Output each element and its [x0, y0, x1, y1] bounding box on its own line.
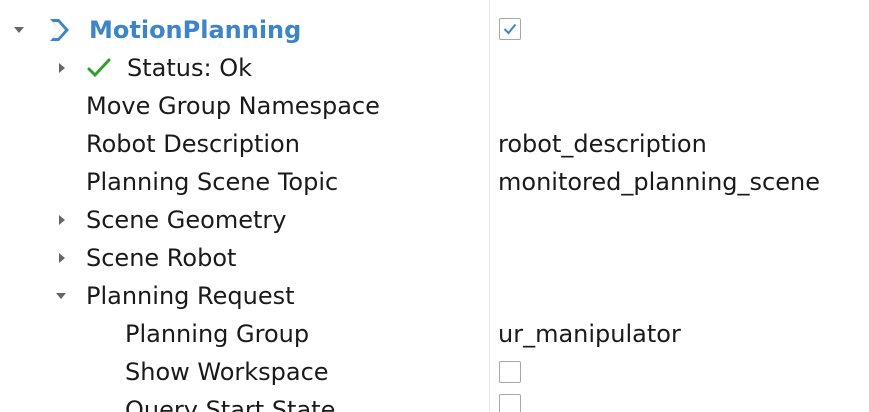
- tree-row-planning-group[interactable]: Planning Group ur_manipulator: [0, 315, 869, 353]
- move-group-namespace-label: Move Group Namespace: [86, 92, 380, 120]
- show-workspace-checkbox[interactable]: [499, 361, 521, 383]
- tree-row-status[interactable]: Status: Ok: [0, 49, 869, 87]
- tree-row-show-workspace[interactable]: Show Workspace: [0, 353, 869, 391]
- tree-row-robot-description[interactable]: Robot Description robot_description: [0, 125, 869, 163]
- robot-description-value[interactable]: robot_description: [498, 125, 707, 163]
- planning-group-label: Planning Group: [125, 320, 310, 348]
- checkmark-icon: [503, 20, 517, 39]
- expand-arrow-icon[interactable]: [55, 61, 69, 75]
- expand-arrow-icon[interactable]: [55, 213, 69, 227]
- collapse-arrow-icon[interactable]: [54, 289, 68, 303]
- planning-scene-topic-value[interactable]: monitored_planning_scene: [498, 163, 820, 201]
- query-start-state-label: Query Start State: [125, 396, 336, 412]
- tree-row-planning-scene-topic[interactable]: Planning Scene Topic monitored_planning_…: [0, 163, 869, 201]
- tree-row-query-start-state[interactable]: Query Start State: [0, 391, 869, 412]
- robot-description-label: Robot Description: [86, 130, 300, 158]
- tree-row-motion-planning[interactable]: MotionPlanning: [0, 11, 869, 49]
- tree-row-planning-request[interactable]: Planning Request: [0, 277, 869, 315]
- status-label: Status: Ok: [127, 54, 252, 82]
- planning-group-value[interactable]: ur_manipulator: [498, 315, 681, 353]
- show-workspace-label: Show Workspace: [125, 358, 329, 386]
- tree-row-move-group-namespace[interactable]: Move Group Namespace: [0, 87, 869, 125]
- tree-row-scene-robot[interactable]: Scene Robot: [0, 239, 869, 277]
- properties-tree: MotionPlanning Status: Ok Move Group Nam…: [0, 0, 869, 412]
- display-title: MotionPlanning: [89, 16, 302, 44]
- motion-planning-icon: [47, 17, 77, 43]
- expand-arrow-icon[interactable]: [55, 251, 69, 265]
- scene-robot-label: Scene Robot: [86, 244, 237, 272]
- scene-geometry-label: Scene Geometry: [86, 206, 287, 234]
- collapse-arrow-icon[interactable]: [12, 23, 26, 37]
- planning-scene-topic-label: Planning Scene Topic: [86, 168, 339, 196]
- planning-request-label: Planning Request: [86, 282, 295, 310]
- check-icon: [86, 56, 112, 80]
- tree-row-scene-geometry[interactable]: Scene Geometry: [0, 201, 869, 239]
- query-start-state-checkbox[interactable]: [499, 394, 521, 412]
- display-enabled-checkbox[interactable]: [499, 18, 521, 40]
